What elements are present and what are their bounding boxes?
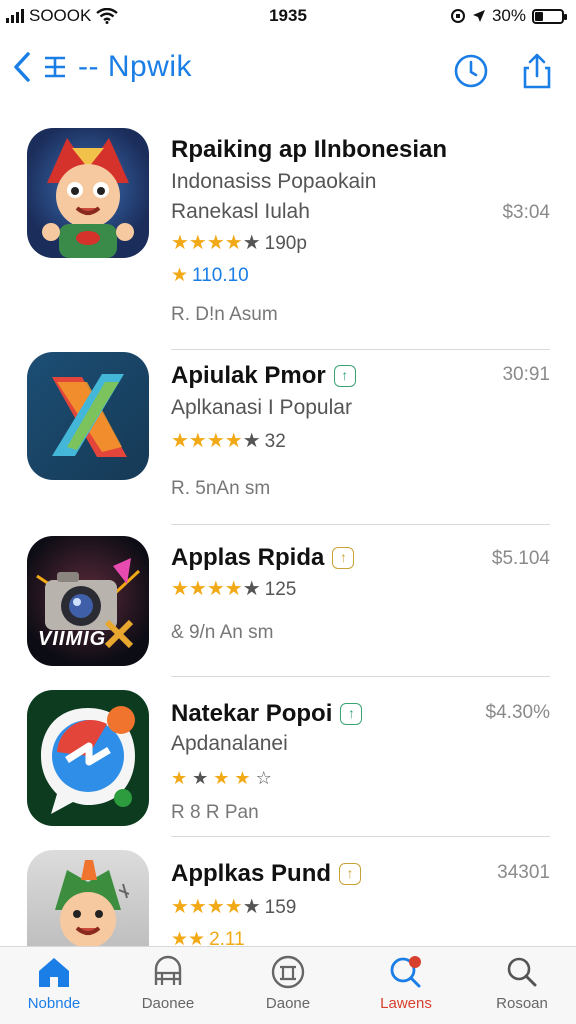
rating-stars: ★★★★★ 32	[171, 428, 286, 453]
app-name-text: Natekar Popoi	[171, 700, 333, 727]
home-icon	[39, 958, 69, 987]
app-meta: & 9/n An sm	[171, 622, 274, 643]
app-icon-x	[27, 352, 149, 480]
x-logo-icon	[52, 374, 127, 457]
star-icon: ★★★★	[171, 578, 243, 600]
app-subtitle-2: Ranekasl Iulah	[171, 200, 310, 223]
app-price: 34301	[497, 862, 550, 883]
rating-count: 159	[264, 897, 297, 918]
rating-stars: ★★★★★ 125	[171, 576, 296, 601]
app-name: Apiulak Pmor ↑	[171, 362, 356, 390]
get-icon[interactable]: ↑	[332, 547, 355, 569]
status-bar: SOOOK 1935 30%	[0, 0, 576, 34]
app-price: 30:91	[502, 364, 550, 385]
app-name: Applas Rpida ↑	[171, 544, 355, 572]
tab-label: Lawens	[380, 995, 432, 1012]
star-empty-icon: ★	[187, 768, 214, 788]
star-empty-icon: ☆	[250, 768, 272, 788]
app-price: $5.104	[491, 548, 550, 569]
status-right: 30%	[450, 6, 567, 26]
star-empty-icon: ★	[242, 430, 261, 452]
tab-label: Rosoan	[496, 995, 548, 1012]
tab-home[interactable]: Nobnde	[4, 955, 104, 1012]
clock-icon	[454, 54, 488, 88]
share-icon	[523, 53, 551, 89]
nav-title: -- Npwik	[78, 50, 192, 83]
tab-updates[interactable]: Lawens	[356, 955, 456, 1012]
star-icon: ★	[171, 265, 189, 286]
tab-apps[interactable]: Daonee	[118, 955, 218, 1012]
search-icon	[507, 957, 537, 987]
app-icon-cartoon	[27, 850, 149, 946]
get-icon[interactable]: ↑	[340, 703, 363, 725]
app-subtitle: Aplkanasi I Popular	[171, 396, 352, 419]
battery-percent: 30%	[491, 6, 526, 25]
rating-stars: ★★★★★ 190p	[171, 230, 307, 255]
star-empty-icon: ★	[242, 578, 261, 600]
divider	[171, 349, 550, 350]
star-empty-icon: ★	[242, 232, 261, 254]
get-icon[interactable]: ↑	[339, 863, 362, 885]
rating-stars: ★ ★ ★ ★ ☆	[171, 768, 272, 789]
app-price: $4.30%	[485, 702, 550, 723]
games-icon	[271, 955, 305, 989]
divider	[171, 524, 550, 525]
app-meta: R. 5nAn sm	[171, 478, 271, 499]
rank-value: 110.10	[192, 265, 249, 286]
tab-label: Nobnde	[27, 995, 81, 1012]
app-subtitle: Apdanalanei	[171, 732, 288, 755]
cartoon-character-icon	[42, 138, 134, 258]
list-icon	[45, 56, 65, 78]
star-icon: ★ ★	[213, 768, 251, 788]
tab-label: Daonee	[141, 995, 195, 1012]
app-subtitle: Indonasiss Popaokain	[171, 170, 377, 193]
app-price: $3:04	[502, 202, 550, 223]
back-button[interactable]: -- Npwik	[12, 50, 192, 84]
divider	[171, 676, 550, 677]
battery-fill	[535, 11, 543, 21]
app-icon-chat	[27, 690, 149, 826]
chat-bubble-icon	[41, 706, 135, 814]
get-icon[interactable]: ↑	[333, 365, 356, 387]
app-meta: R. D!n Asum	[171, 304, 278, 325]
app-name-text: Apiulak Pmor	[171, 362, 326, 389]
app-name: Applkas Pund ↑	[171, 860, 362, 888]
rating-count: 190p	[264, 233, 307, 254]
location-icon	[472, 10, 485, 22]
nav-bar: -- Npwik	[0, 40, 576, 104]
star-icon: ★★★★	[171, 896, 243, 918]
app-icon-mascot	[27, 128, 149, 258]
history-button[interactable]	[452, 52, 490, 90]
star-icon: ★	[171, 768, 188, 788]
star-icon: ★★★★	[171, 232, 243, 254]
divider	[171, 836, 550, 837]
rating-stars: ★★★★★ 159	[171, 894, 296, 919]
app-name: Rpaiking ap Ilnbonesian	[171, 136, 448, 163]
lock-rotation-icon	[450, 9, 465, 23]
app-name-text: Applkas Pund	[171, 860, 332, 887]
share-button[interactable]	[518, 52, 556, 90]
tab-games[interactable]: Daone	[238, 955, 338, 1012]
battery-icon	[532, 8, 567, 24]
rating-count: 32	[264, 431, 286, 452]
rating-count: 125	[264, 579, 297, 600]
app-name: Natekar Popoi ↑	[171, 700, 363, 728]
tab-label: Daone	[265, 995, 311, 1012]
app-icon-text: VIIMIG	[38, 628, 107, 650]
updates-icon	[390, 956, 421, 988]
star-icon: ★★★★	[171, 430, 243, 452]
app-meta: R 8 R Pan	[171, 802, 259, 823]
cartoon-face-icon	[55, 860, 130, 946]
rank-label: ★ 110.10	[171, 264, 249, 287]
app-name-text: Applas Rpida	[171, 544, 325, 571]
apps-icon	[154, 955, 182, 985]
tab-search[interactable]: Rosoan	[472, 955, 572, 1012]
star-empty-icon: ★	[242, 896, 261, 918]
tab-bar: Nobnde Daonee Daone Lawens Rosoan	[0, 946, 576, 1024]
chevron-left-icon	[14, 52, 30, 82]
